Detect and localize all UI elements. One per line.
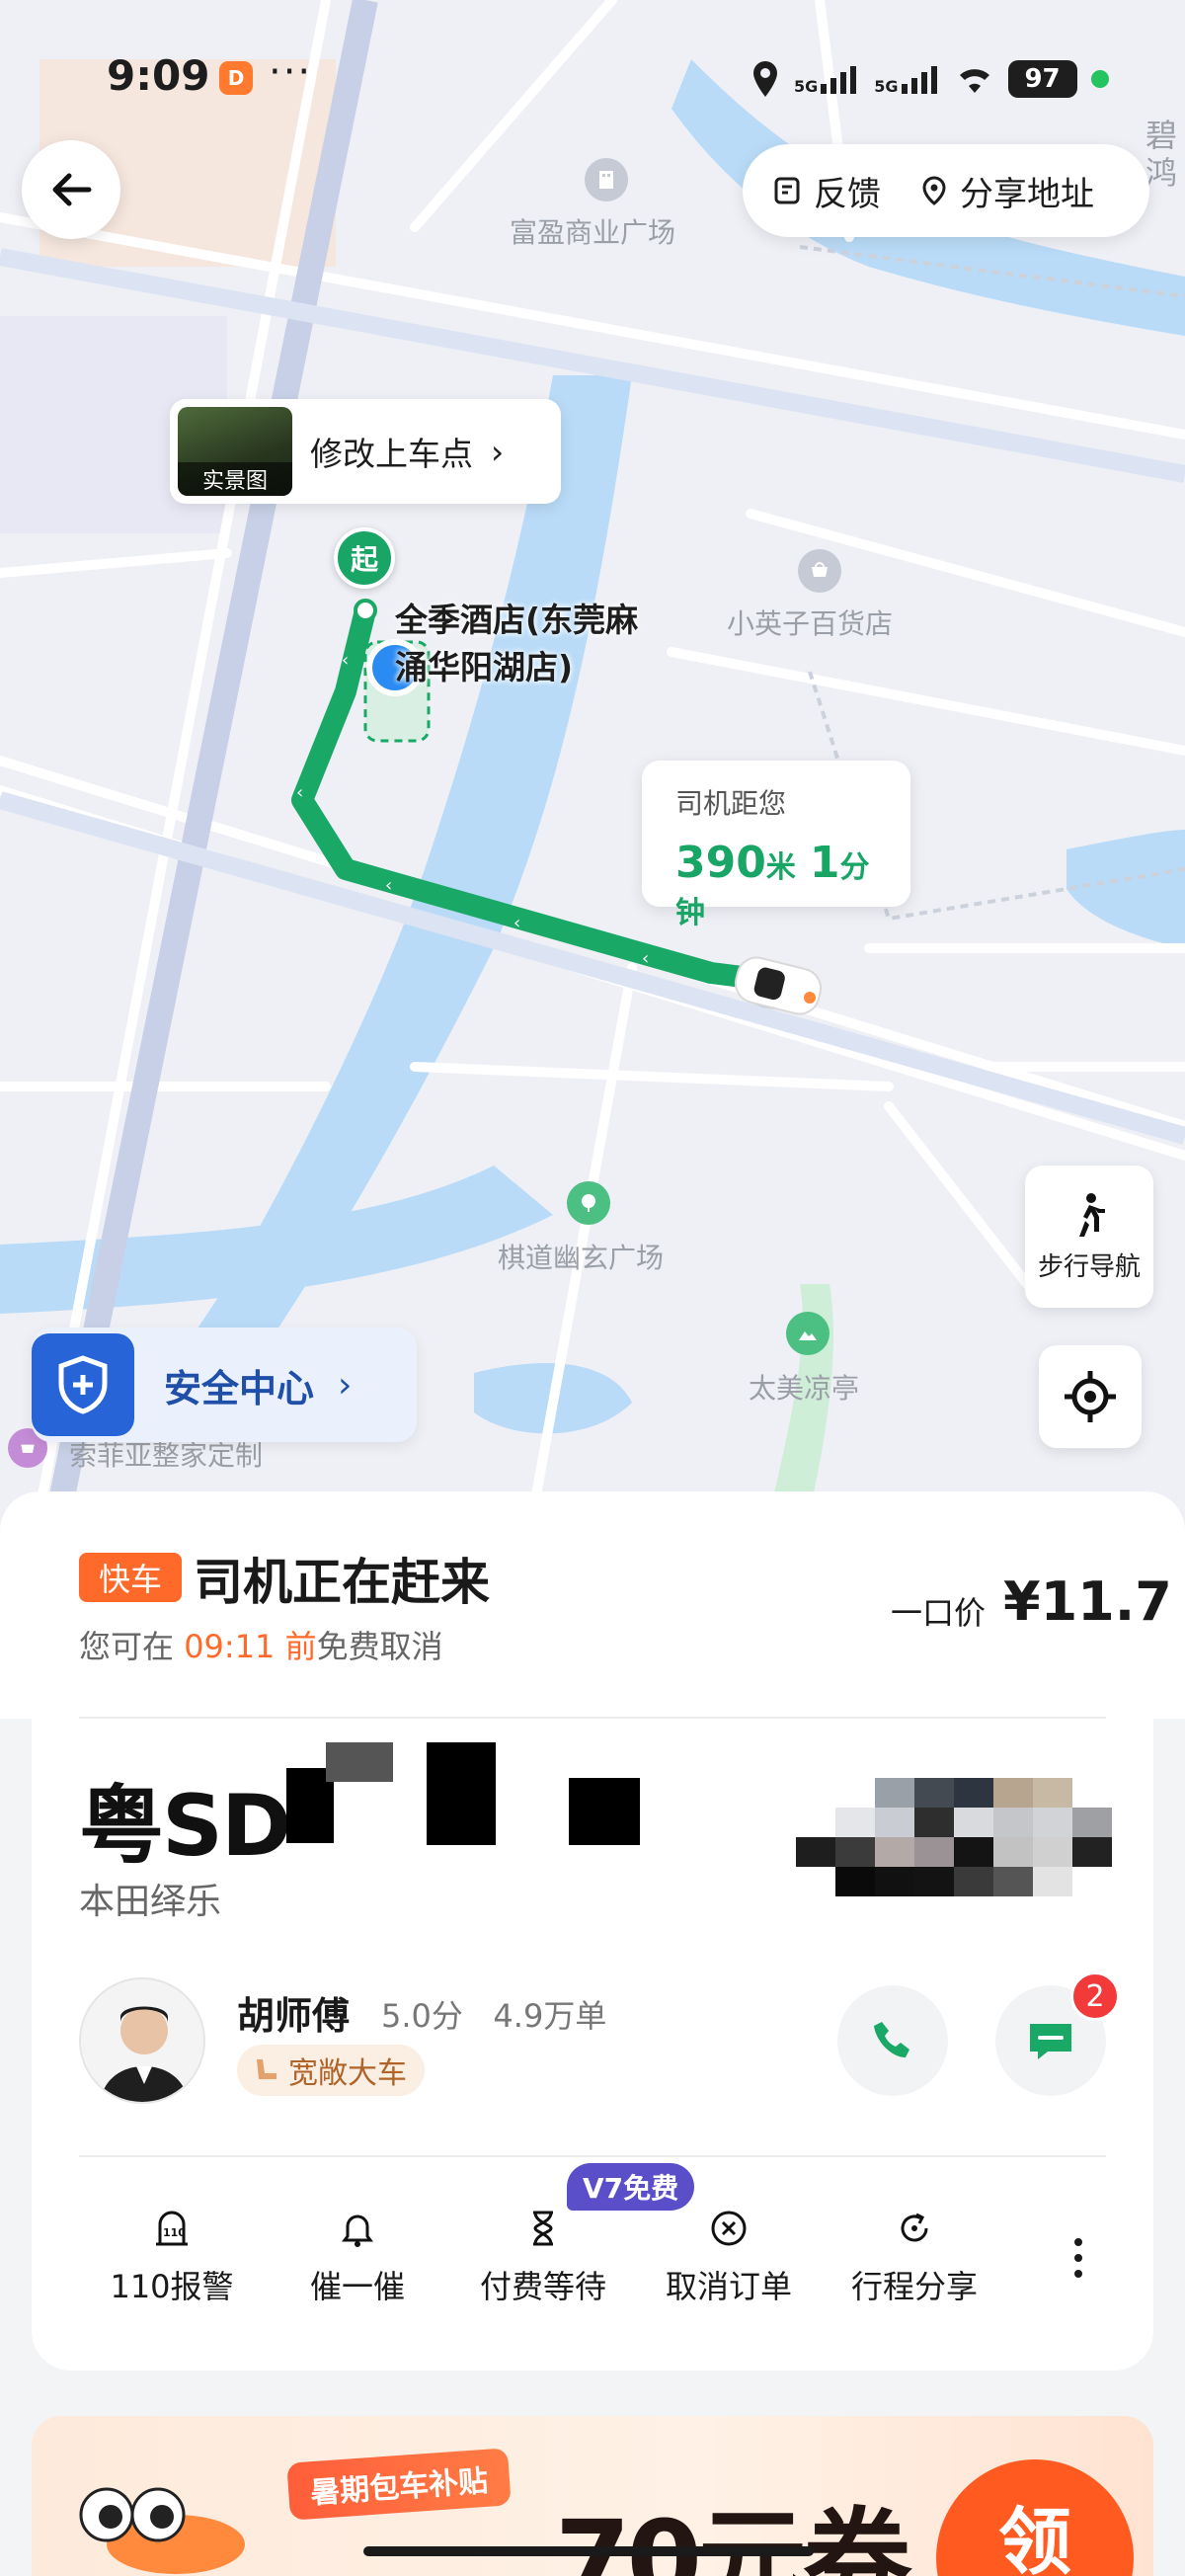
svg-text:‹: ‹ (342, 650, 349, 671)
bell-icon (342, 2214, 373, 2247)
driver-avatar[interactable] (79, 1977, 205, 2104)
cancel-order-button[interactable]: 取消订单 (640, 2209, 818, 2307)
urge-driver-button[interactable]: 催一催 (269, 2209, 446, 2307)
mall-icon (585, 158, 628, 201)
walking-person-icon (1079, 1192, 1105, 1237)
signal-icon-1: 5G (794, 64, 860, 95)
divider (79, 2155, 1106, 2157)
svg-text:110: 110 (163, 2226, 186, 2239)
safety-center-button[interactable]: 安全中心 › (32, 1328, 417, 1442)
feedback-button[interactable]: 反馈 (772, 167, 881, 215)
driver-rating: 5.0分 (381, 1997, 463, 2035)
driver-order-count: 4.9万单 (493, 1997, 607, 2035)
privacy-dot (1090, 70, 1109, 88)
spacious-car-tag: 宽敞大车 (237, 2045, 425, 2096)
share-address-button[interactable]: 分享地址 (918, 167, 1094, 215)
police-110-icon: 110 (156, 2211, 188, 2246)
price-value[interactable]: ¥11.7 (1003, 1570, 1172, 1633)
v7-free-badge: V7免费 (567, 2163, 695, 2211)
shop-icon (798, 549, 841, 593)
plate-redaction (569, 1778, 640, 1845)
plate-redaction (326, 1742, 393, 1782)
action-bar: 110 110报警 催一催 付费等待 取消订单 行程分享 (89, 2209, 1116, 2317)
eta-time: 1 (809, 838, 840, 888)
pickup-location-label: 全季酒店(东莞麻 涌华阳湖店) (395, 601, 639, 686)
eta-values: 390米 1分钟 (675, 838, 870, 930)
status-bar: 9:09 D ··· 5G 5G 97 (0, 0, 1185, 158)
claim-button[interactable]: 领 (936, 2459, 1134, 2576)
walk-navigation-button[interactable]: 步行导航 (1025, 1166, 1153, 1308)
car-model: 本田绎乐 (79, 1882, 222, 1922)
chevron-right-icon: › (491, 432, 505, 471)
car-photo-pixelated (796, 1778, 1112, 1926)
battery-indicator: 97 (1007, 60, 1077, 98)
paid-wait-button[interactable]: 付费等待 (454, 2209, 632, 2307)
driver-stats: 5.0分 4.9万单 (381, 1991, 606, 2037)
signal-icon-2: 5G (874, 64, 940, 95)
order-status-title: 司机正在赶来 (194, 1554, 490, 1611)
safety-center-label: 安全中心 (164, 1366, 315, 1410)
back-button[interactable] (22, 140, 120, 239)
share-address-label: 分享地址 (960, 174, 1094, 214)
crosshair-icon (1065, 1371, 1116, 1422)
svg-text:‹: ‹ (514, 913, 520, 933)
location-share-icon (922, 176, 946, 205)
seat-icon (257, 2059, 276, 2079)
driver-eta-card: 司机距您 390米 1分钟 (642, 761, 910, 930)
mascot-icon (79, 2487, 245, 2574)
modify-pickup-label: 修改上车点 (310, 435, 473, 473)
free-cancel-note: 您可在 09:11 前免费取消 (79, 1628, 443, 1665)
status-time: 9:09 (107, 51, 210, 100)
park-icon (567, 1181, 610, 1225)
eta-title: 司机距您 (675, 787, 787, 820)
svg-text:‹: ‹ (296, 782, 303, 803)
status-more: ··· (269, 49, 313, 95)
plate-redaction (427, 1742, 496, 1845)
walk-navigation-label: 步行导航 (1037, 1251, 1141, 1282)
hourglass-icon (533, 2211, 553, 2246)
divider (79, 1717, 1106, 1719)
map-label-pavilion: 太美凉亭 (749, 1372, 860, 1405)
street-view-tag: 实景图 (178, 462, 292, 496)
map-label-plaza: 棋道幽玄广场 (498, 1242, 665, 1274)
license-plate: 粤SD (79, 1777, 291, 1876)
car-type-badge: 快车 (79, 1553, 182, 1602)
map-label-mall: 富盈商业广场 (510, 216, 676, 249)
map-label-store: 小英子百货店 (727, 607, 894, 640)
locate-me-button[interactable] (1039, 1345, 1142, 1448)
location-icon (753, 61, 777, 97)
driver-name: 胡师傅 (237, 1994, 351, 2038)
price-label: 一口价 (891, 1594, 987, 1632)
start-marker: 起 (334, 527, 395, 589)
shield-icon (32, 1333, 134, 1436)
call-driver-button[interactable] (837, 1985, 948, 2096)
home-indicator[interactable] (363, 2546, 814, 2556)
promo-amount: 70元券 (555, 2497, 911, 2576)
more-dots-icon (1074, 2238, 1082, 2246)
modify-pickup-card[interactable]: 实景图 修改上车点 › (170, 399, 561, 504)
map-view[interactable]: ‹ ‹ ‹ ‹ ‹ 富盈商业广场 小英子百货店 棋道幽玄广场 太美凉亭 索菲亚整… (0, 0, 1185, 1511)
share-trip-button[interactable]: 行程分享 (826, 2209, 1003, 2307)
svg-text:‹: ‹ (385, 875, 392, 896)
police-110-button[interactable]: 110 110报警 (83, 2209, 261, 2307)
scenic-icon (786, 1312, 830, 1355)
eta-distance: 390 (675, 838, 766, 888)
promo-tag: 暑期包车补贴 (286, 2448, 512, 2521)
more-actions-button[interactable] (1068, 2238, 1088, 2278)
svg-text:‹: ‹ (642, 948, 649, 969)
feedback-label: 反馈 (814, 174, 881, 214)
share-refresh-icon (901, 2213, 928, 2242)
top-action-bar: 反馈 分享地址 (743, 144, 1149, 237)
status-indicators: 5G 5G 97 (750, 57, 1109, 101)
phone-icon (874, 2022, 909, 2057)
chat-bubble-icon (1030, 2024, 1071, 2059)
wifi-icon (959, 69, 989, 93)
edit-note-icon (774, 177, 800, 204)
street-view-thumbnail[interactable]: 实景图 (178, 407, 292, 496)
chevron-right-icon: › (338, 1364, 353, 1406)
didi-app-icon: D (219, 61, 253, 95)
unread-badge: 2 (1070, 1972, 1120, 2021)
arrow-left-icon (52, 173, 92, 206)
cancel-circle-icon (711, 2211, 747, 2246)
